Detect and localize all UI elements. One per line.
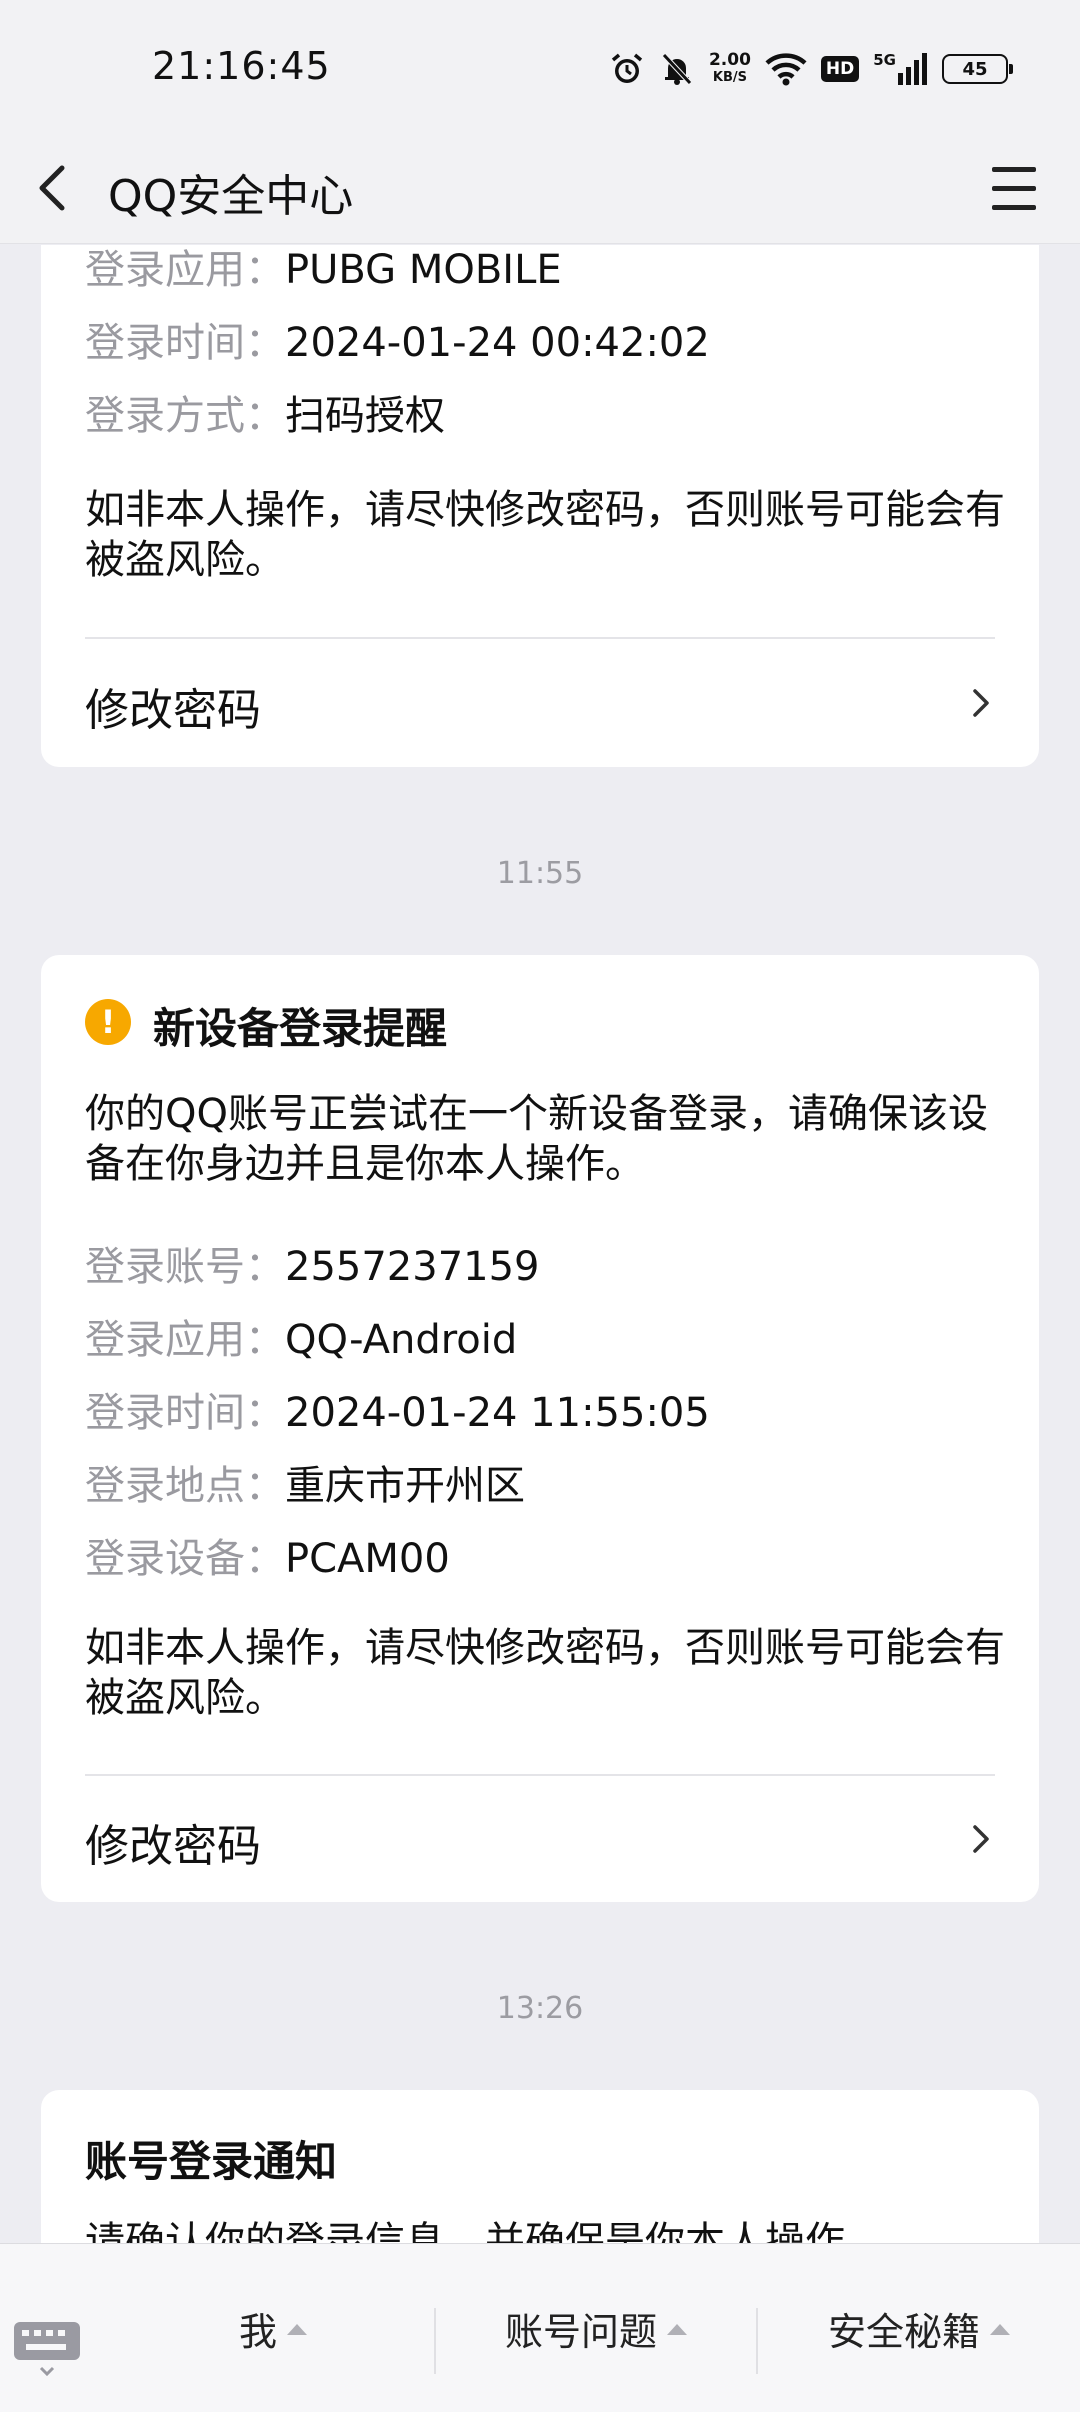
status-time: 21:16:45 bbox=[152, 44, 331, 88]
card-title: 账号登录通知 bbox=[85, 2137, 338, 2186]
detail-key: 登录地点： bbox=[85, 1463, 285, 1509]
signal-icon bbox=[898, 53, 927, 85]
battery-level: 45 bbox=[962, 58, 988, 80]
keyboard-icon bbox=[14, 2322, 80, 2377]
change-password-button[interactable]: 修改密码 bbox=[41, 639, 1039, 767]
detail-value: QQ-Android bbox=[285, 1317, 518, 1363]
card-intro: 你的QQ账号正尝试在一个新设备登录，请确保该设备在你身边并且是你本人操作。 bbox=[85, 1091, 988, 1187]
app-header: QQ安全中心 bbox=[0, 140, 1080, 244]
detail-value: 2024-01-24 11:55:05 bbox=[285, 1390, 710, 1436]
message-timestamp: 13:26 bbox=[496, 1991, 584, 2026]
detail-value: 2557237159 bbox=[285, 1244, 540, 1290]
chevron-right-icon bbox=[973, 689, 989, 717]
speed-value: 2.00 bbox=[708, 50, 751, 70]
warning-icon: ! bbox=[85, 999, 131, 1045]
caret-up-icon bbox=[287, 2324, 307, 2335]
network-type: 5G bbox=[873, 51, 896, 69]
detail-key: 登录时间： bbox=[85, 1390, 285, 1436]
detail-value: PUBG MOBILE bbox=[285, 247, 562, 293]
hd-badge: HD bbox=[820, 56, 860, 82]
detail-row-location: 登录地点：重庆市开州区 bbox=[85, 1462, 525, 1510]
caret-up-icon bbox=[990, 2324, 1010, 2335]
change-password-label: 修改密码 bbox=[85, 1821, 261, 1872]
chevron-right-icon bbox=[973, 1825, 989, 1853]
keyboard-toggle-button[interactable] bbox=[12, 2320, 82, 2377]
card-title: 新设备登录提醒 bbox=[153, 1004, 448, 1053]
tab-me[interactable]: 我 bbox=[112, 2244, 434, 2412]
app-screen: 21:16:45 2.00 KB/S HD 5G 45 QQ安全中心 登录应用：… bbox=[0, 0, 1080, 2412]
detail-key: 登录应用： bbox=[85, 247, 285, 293]
signal-group: 5G bbox=[873, 53, 928, 85]
change-password-button[interactable]: 修改密码 bbox=[41, 1776, 1039, 1902]
tab-label: 账号问题 bbox=[504, 2310, 657, 2354]
page-title: QQ安全中心 bbox=[108, 171, 354, 222]
detail-row-method: 登录方式：扫码授权 bbox=[85, 392, 445, 440]
account-login-notice-card: 账号登录通知 请确认你的登录信息，并确保是你本人操作。 bbox=[41, 2090, 1039, 2243]
detail-row-time: 登录时间：2024-01-24 11:55:05 bbox=[85, 1389, 710, 1437]
caret-up-icon bbox=[667, 2324, 687, 2335]
network-speed: 2.00 KB/S bbox=[709, 52, 751, 86]
wifi-icon bbox=[765, 53, 807, 86]
detail-value: 重庆市开州区 bbox=[285, 1463, 525, 1509]
login-notice-card: 登录应用：PUBG MOBILE 登录时间：2024-01-24 00:42:0… bbox=[41, 245, 1039, 767]
new-device-login-card: ! 新设备登录提醒 你的QQ账号正尝试在一个新设备登录，请确保该设备在你身边并且… bbox=[41, 955, 1039, 1902]
chevron-left-icon bbox=[39, 165, 65, 211]
detail-value: 2024-01-24 00:42:02 bbox=[285, 320, 710, 366]
message-timestamp: 11:55 bbox=[496, 856, 584, 891]
detail-key: 登录方式： bbox=[85, 393, 285, 439]
detail-row-app: 登录应用：QQ-Android bbox=[85, 1316, 517, 1364]
hamburger-menu-icon bbox=[992, 167, 1036, 210]
tab-security-tips[interactable]: 安全秘籍 bbox=[758, 2244, 1080, 2412]
detail-row-device: 登录设备：PCAM00 bbox=[85, 1535, 450, 1583]
alarm-icon bbox=[611, 53, 643, 83]
menu-button[interactable] bbox=[976, 150, 1056, 230]
card-intro: 请确认你的登录信息，并确保是你本人操作。 bbox=[85, 2219, 885, 2243]
battery-indicator: 45 bbox=[942, 54, 1013, 84]
message-list[interactable]: 登录应用：PUBG MOBILE 登录时间：2024-01-24 00:42:0… bbox=[0, 245, 1080, 2243]
detail-key: 登录应用： bbox=[85, 1317, 285, 1363]
detail-key: 登录设备： bbox=[85, 1536, 285, 1582]
change-password-label: 修改密码 bbox=[85, 685, 261, 736]
detail-key: 登录时间： bbox=[85, 320, 285, 366]
detail-key: 登录账号： bbox=[85, 1244, 285, 1290]
detail-value: 扫码授权 bbox=[285, 393, 445, 439]
warning-text: 如非本人操作，请尽快修改密码，否则账号可能会有被盗风险。 bbox=[85, 1625, 1005, 1721]
detail-row-time: 登录时间：2024-01-24 00:42:02 bbox=[85, 319, 710, 367]
warning-text: 如非本人操作，请尽快修改密码，否则账号可能会有被盗风险。 bbox=[85, 487, 1005, 583]
bell-muted-icon bbox=[662, 53, 692, 85]
back-button[interactable] bbox=[30, 150, 110, 230]
detail-row-account: 登录账号：2557237159 bbox=[85, 1243, 540, 1291]
detail-value: PCAM00 bbox=[285, 1536, 450, 1582]
status-icons: 2.00 KB/S HD 5G 45 bbox=[609, 44, 1013, 94]
status-bar: 21:16:45 2.00 KB/S HD 5G 45 bbox=[0, 0, 1080, 140]
tab-label: 安全秘籍 bbox=[827, 2310, 980, 2354]
detail-row-app: 登录应用：PUBG MOBILE bbox=[85, 246, 562, 294]
speed-unit: KB/S bbox=[712, 70, 747, 85]
tab-account-issues[interactable]: 账号问题 bbox=[436, 2244, 756, 2412]
tab-label: 我 bbox=[238, 2310, 277, 2354]
bottom-menu-bar: 我 账号问题 安全秘籍 bbox=[0, 2243, 1080, 2412]
